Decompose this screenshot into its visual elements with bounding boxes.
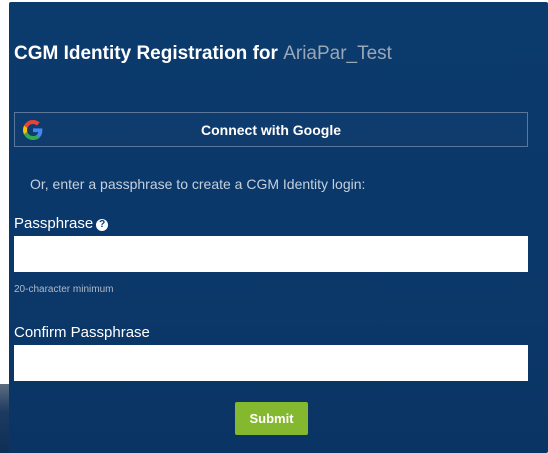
app-name: AriaPar_Test	[283, 43, 392, 64]
page: CGM Identity Registration for AriaPar_Te…	[0, 0, 548, 453]
title-prefix: CGM Identity Registration for	[14, 43, 278, 64]
confirm-passphrase-input[interactable]	[14, 345, 528, 381]
confirm-passphrase-label: Confirm Passphrase	[14, 324, 150, 341]
question-circle-icon[interactable]: ?	[96, 219, 109, 231]
passphrase-input[interactable]	[14, 236, 528, 272]
passphrase-hint: 20-character minimum	[14, 284, 114, 295]
submit-button[interactable]: Submit	[235, 402, 308, 435]
passphrase-label-text: Passphrase	[14, 215, 94, 232]
page-title: CGM Identity Registration for AriaPar_Te…	[14, 43, 392, 65]
passphrase-instructions: Or, enter a passphrase to create a CGM I…	[30, 176, 366, 192]
connect-google-button[interactable]: Connect with Google	[14, 112, 528, 147]
connect-google-label: Connect with Google	[201, 122, 341, 138]
passphrase-label: Passphrase?	[14, 215, 109, 232]
